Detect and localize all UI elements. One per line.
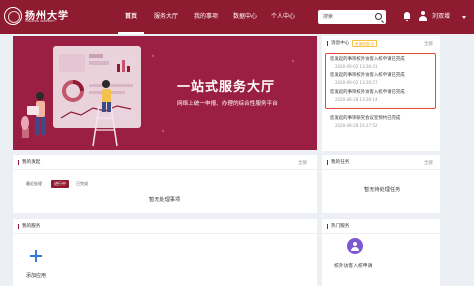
view-all-link[interactable]: 全部 bbox=[298, 160, 307, 166]
search-input[interactable]: 搜索 bbox=[318, 10, 386, 24]
logo-english-name: YANGZHOU UNIVERSITY bbox=[25, 20, 55, 23]
view-all-link[interactable]: 全部 bbox=[424, 160, 433, 166]
message-title[interactable]: 您发起的事项校外访客入校申请已完成 bbox=[330, 72, 405, 78]
top-navigation-bar: 扬州大学 YANGZHOU UNIVERSITY 首页 服务大厅 我的事项 数据… bbox=[0, 0, 474, 34]
card-title: 消息中心 bbox=[327, 41, 349, 46]
add-app-icon[interactable] bbox=[30, 250, 42, 262]
notification-bell-icon[interactable] bbox=[403, 12, 411, 21]
unread-badge[interactable]: 未读信息(0) bbox=[352, 40, 378, 47]
nav-home[interactable]: 首页 bbox=[118, 0, 144, 34]
message-time: 2020-08-28 13:30:14 bbox=[335, 97, 378, 102]
card-title: 我的服务 bbox=[18, 224, 40, 229]
search-placeholder: 搜索 bbox=[323, 14, 334, 20]
message-time: 2020-09-02 13:30:27 bbox=[335, 80, 378, 85]
empty-state-text: 暂无待处理任务 bbox=[364, 187, 401, 193]
user-avatar-icon[interactable] bbox=[418, 11, 428, 22]
empty-state-text: 暂无处理事项 bbox=[149, 197, 181, 203]
hero-title: 一站式服务大厅 bbox=[177, 80, 276, 95]
search-icon[interactable] bbox=[375, 13, 382, 20]
my-services-card: 我的服务 bbox=[13, 219, 317, 286]
my-initiated-card: 我的发起 全部 最近处理 进行中 已完成 暂无处理事项 bbox=[13, 155, 317, 213]
visitor-user-icon[interactable] bbox=[347, 238, 363, 254]
hero-banner: 一站式服务大厅 网络上统一申报、办理的综合性服务平台 bbox=[13, 36, 317, 150]
university-logo[interactable]: 扬州大学 YANGZHOU UNIVERSITY bbox=[4, 6, 68, 28]
message-time: 2020-08-28 16:27:52 bbox=[335, 123, 378, 128]
hero-subtitle: 网络上统一申报、办理的综合性服务平台 bbox=[177, 101, 278, 107]
message-title[interactable]: 您发起的事项校外访客入校申请已完成 bbox=[330, 56, 405, 62]
card-title: 我的任务 bbox=[327, 160, 349, 165]
message-title[interactable]: 您发起的事项校外访客入校申请已完成 bbox=[330, 89, 405, 95]
tab-recent[interactable]: 最近处理 bbox=[23, 180, 45, 188]
divider bbox=[322, 169, 440, 170]
card-title: 热门服务 bbox=[327, 224, 349, 229]
nav-data-center[interactable]: 数据中心 bbox=[230, 0, 260, 34]
add-app-label[interactable]: 添加应用 bbox=[26, 272, 46, 279]
tab-in-progress[interactable]: 进行中 bbox=[51, 180, 69, 188]
card-title: 我的发起 bbox=[18, 160, 40, 165]
divider bbox=[13, 233, 317, 234]
hot-services-card: 热门服务 bbox=[322, 219, 440, 286]
tab-completed[interactable]: 已完成 bbox=[73, 180, 91, 188]
my-tasks-card: 我的任务 全部 暂无待处理任务 bbox=[322, 155, 440, 213]
nav-personal-center[interactable]: 个人中心 bbox=[268, 0, 298, 34]
university-seal-icon bbox=[4, 7, 22, 25]
nav-service-hall[interactable]: 服务大厅 bbox=[151, 0, 181, 34]
message-center-card: 消息中心 未读信息(0) 全部 您发起的事项校外访客入校申请已完成 2020-0… bbox=[322, 36, 440, 151]
message-title[interactable]: 您发起的事项研究会议室预约已完成 bbox=[330, 115, 400, 121]
user-name[interactable]: 刘双增 bbox=[432, 0, 450, 34]
nav-my-matters[interactable]: 我的事项 bbox=[191, 0, 221, 34]
view-all-link[interactable]: 全部 bbox=[424, 41, 433, 47]
message-time: 2020-09-02 13:30:31 bbox=[335, 64, 378, 69]
divider bbox=[13, 169, 317, 170]
chevron-down-icon[interactable] bbox=[462, 16, 466, 19]
hot-service-label[interactable]: 校外访客入校申请 bbox=[334, 262, 372, 269]
divider bbox=[322, 233, 440, 234]
